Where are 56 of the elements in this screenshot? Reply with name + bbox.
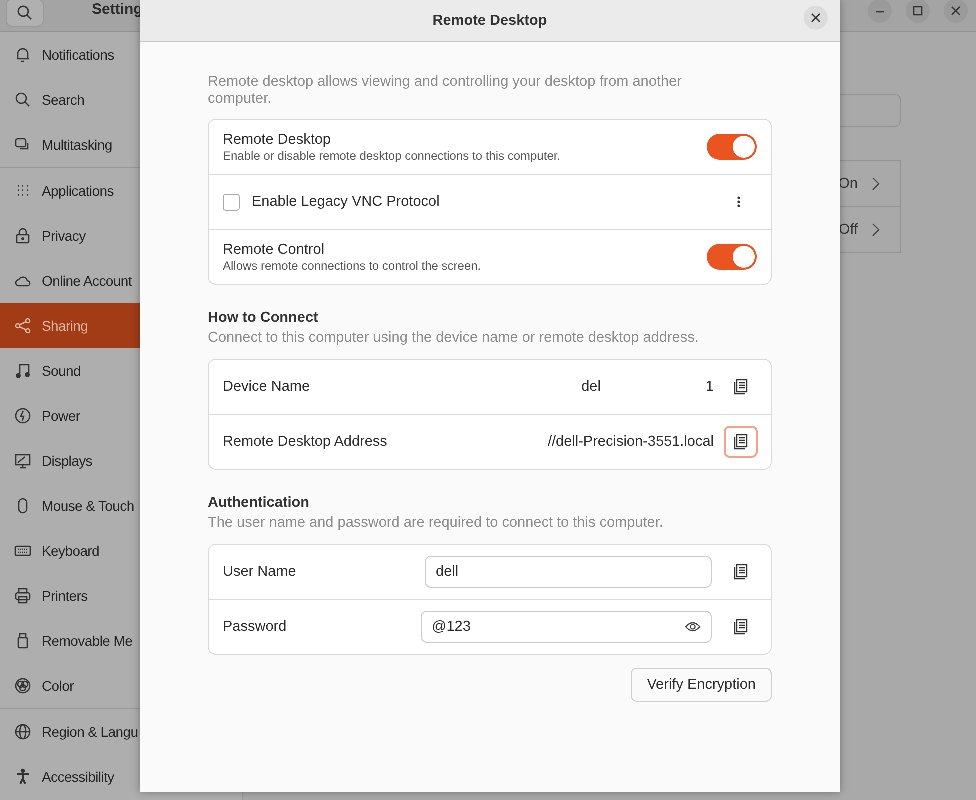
toggle-switch[interactable] (707, 244, 757, 270)
search-button[interactable] (6, 0, 44, 26)
share-icon (14, 316, 32, 334)
close-button[interactable] (804, 6, 828, 30)
copy-icon (734, 619, 748, 635)
sidebar-item[interactable]: Color (0, 663, 242, 708)
copy-icon (734, 379, 748, 395)
eye-icon[interactable] (685, 621, 701, 633)
sidebar-item[interactable]: Notifications (0, 32, 242, 77)
display-icon (14, 452, 32, 470)
sidebar-item[interactable]: Applications (0, 168, 242, 213)
option-title: Remote Control (223, 242, 326, 258)
more-options-icon[interactable] (737, 195, 741, 209)
list-row[interactable]: Off (724, 207, 900, 252)
copy-icon (734, 564, 748, 580)
person-icon (14, 768, 32, 786)
chevron-icon (872, 176, 880, 190)
password-field[interactable]: @123 (421, 611, 712, 643)
section-heading: Authentication (208, 495, 310, 511)
row-value: //dell-Precision-3551.local (548, 434, 714, 450)
search-icon (14, 90, 32, 108)
sidebar-item[interactable]: Region & Langu (0, 709, 242, 754)
lock-icon (14, 226, 32, 244)
row-value: 1 (706, 379, 714, 395)
maximize-button[interactable] (906, 0, 930, 22)
bell-icon (14, 46, 32, 64)
close-icon (811, 13, 821, 23)
close-icon (951, 6, 961, 16)
color-icon (14, 676, 32, 694)
row-value: del (582, 379, 601, 395)
row-label: Device Name (223, 379, 310, 395)
field-label: Password (223, 619, 288, 635)
printer-icon (14, 586, 32, 604)
section-description: The user name and password are required to connect to this computer. (208, 515, 664, 532)
note-icon (14, 362, 32, 380)
dialog-title: Remote Desktop (432, 12, 548, 28)
toggle-switch[interactable] (707, 134, 757, 160)
maximize-icon (913, 6, 923, 16)
checkbox-label: Enable Legacy VNC Protocol (252, 194, 441, 210)
option-description: Allows remote connections to control the screen. (223, 258, 482, 272)
close-button[interactable] (944, 0, 968, 22)
copy-icon (734, 434, 748, 450)
username-field[interactable]: dell (425, 556, 712, 588)
copy-button[interactable] (724, 426, 758, 458)
field-label: User Name (223, 564, 298, 580)
verify-encryption-button[interactable]: Verify Encryption (631, 668, 772, 702)
power-icon (14, 406, 32, 424)
sidebar-item[interactable]: Accessibility (0, 754, 242, 799)
row-label: Remote Desktop Address (223, 434, 388, 450)
checkbox[interactable] (223, 194, 240, 210)
chevron-icon (872, 222, 880, 236)
search-icon (17, 4, 33, 20)
globe-icon (14, 722, 32, 740)
intro-text: Remote desktop allows viewing and controlling your desktop from another computer. (208, 74, 683, 108)
option-title: Remote Desktop (223, 132, 332, 148)
option-description: Enable or disable remote desktop connections to this computer. (223, 148, 562, 162)
